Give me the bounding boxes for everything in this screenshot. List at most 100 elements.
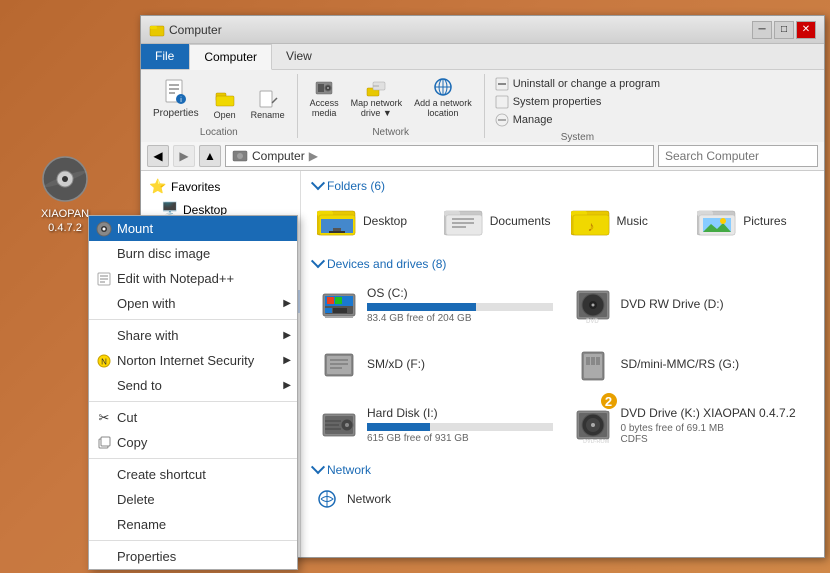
window-controls: ─ □ ✕ bbox=[752, 21, 816, 39]
folder-desktop-label: Desktop bbox=[363, 214, 407, 228]
address-path[interactable]: Computer ▶ bbox=[225, 145, 654, 167]
ctx-norton[interactable]: N Norton Internet Security ▶ bbox=[89, 348, 297, 373]
ctx-sep-1 bbox=[89, 319, 297, 320]
explorer-icon bbox=[149, 22, 165, 38]
uninstall-link[interactable]: Uninstall or change a program bbox=[493, 76, 662, 92]
ctx-open-with[interactable]: Open with ▶ bbox=[89, 291, 297, 316]
nav-favorites[interactable]: ⭐ Favorites bbox=[141, 175, 300, 198]
drive-i-icon bbox=[319, 405, 359, 445]
drive-i-size: 615 GB free of 931 GB bbox=[367, 433, 553, 444]
drive-i-bar-fill bbox=[367, 423, 430, 431]
tab-computer[interactable]: Computer bbox=[189, 44, 272, 70]
title-bar: Computer ─ □ ✕ bbox=[141, 16, 824, 44]
drive-sd-g[interactable]: SD/mini-MMC/RS (G:) bbox=[567, 339, 813, 391]
ribbon-content: i Properties Open bbox=[141, 70, 824, 142]
folder-pictures-label: Pictures bbox=[743, 214, 786, 228]
ribbon-btn-access-media[interactable]: Accessmedia bbox=[306, 74, 343, 120]
manage-link[interactable]: Manage bbox=[493, 112, 662, 128]
title-bar-left: Computer bbox=[149, 22, 222, 38]
rename-label: Rename bbox=[251, 110, 285, 120]
access-media-label: Accessmedia bbox=[310, 98, 339, 118]
ctx-properties[interactable]: Properties bbox=[89, 544, 297, 569]
drive-k-size: 0 bytes free of 69.1 MB bbox=[621, 423, 807, 434]
close-button[interactable]: ✕ bbox=[796, 21, 816, 39]
ribbon-btn-add-network[interactable]: Add a networklocation bbox=[410, 74, 476, 120]
svg-text:♪: ♪ bbox=[587, 218, 594, 234]
folder-documents[interactable]: Documents bbox=[440, 201, 559, 241]
tab-file[interactable]: File bbox=[141, 44, 189, 69]
notepadpp-icon bbox=[95, 270, 113, 288]
svg-text:DVD: DVD bbox=[586, 319, 599, 324]
ribbon-tabs: File Computer View bbox=[141, 44, 824, 70]
network-item[interactable]: Network bbox=[313, 485, 812, 513]
window-title: Computer bbox=[169, 23, 222, 37]
map-drive-icon bbox=[365, 76, 387, 98]
ctx-sep-2 bbox=[89, 401, 297, 402]
drive-k-info: DVD Drive (K:) XIAOPAN 0.4.7.2 0 bytes f… bbox=[621, 406, 807, 445]
access-media-icon bbox=[313, 76, 335, 98]
right-content: Folders (6) Desktop bbox=[301, 171, 824, 557]
folder-desktop[interactable]: Desktop bbox=[313, 201, 432, 241]
drive-g-name: SD/mini-MMC/RS (G:) bbox=[621, 357, 807, 371]
cut-icon: ✂ bbox=[95, 409, 113, 427]
forward-button[interactable]: ▶ bbox=[173, 145, 195, 167]
ribbon-btn-properties[interactable]: i Properties bbox=[149, 74, 203, 122]
ribbon-location-buttons: i Properties Open bbox=[149, 74, 289, 122]
ctx-burn-disc[interactable]: Burn disc image bbox=[89, 241, 297, 266]
drive-c-info: OS (C:) 83.4 GB free of 204 GB bbox=[367, 286, 553, 324]
system-properties-link[interactable]: System properties bbox=[493, 94, 662, 110]
folders-grid: Desktop Documents bbox=[313, 201, 812, 241]
drive-i-info: Hard Disk (I:) 615 GB free of 931 GB bbox=[367, 406, 553, 444]
folder-music[interactable]: ♪ Music bbox=[567, 201, 686, 241]
up-button[interactable]: ▲ bbox=[199, 145, 221, 167]
drive-c-name: OS (C:) bbox=[367, 286, 553, 300]
drive-i-bar-bg bbox=[367, 423, 553, 431]
svg-text:N: N bbox=[101, 357, 107, 366]
drive-k-subtitle: CDFS bbox=[621, 434, 807, 445]
folder-documents-label: Documents bbox=[490, 214, 551, 228]
properties-icon: i bbox=[160, 76, 192, 108]
drive-dvd-d[interactable]: DVD DVD RW Drive (D:) bbox=[567, 279, 813, 331]
drive-hdd-i[interactable]: Hard Disk (I:) 615 GB free of 931 GB bbox=[313, 399, 559, 451]
drive-os-c[interactable]: OS (C:) 83.4 GB free of 204 GB bbox=[313, 279, 559, 331]
ribbon-group-location: i Properties Open bbox=[149, 74, 298, 138]
mount-icon bbox=[95, 220, 113, 238]
ribbon-btn-rename[interactable]: Rename bbox=[247, 86, 289, 122]
drive-c-bar-bg bbox=[367, 303, 553, 311]
ribbon-group-system: Uninstall or change a program System pro… bbox=[493, 74, 670, 138]
favorites-icon: ⭐ bbox=[149, 178, 167, 195]
ctx-edit-notepad[interactable]: Edit with Notepad++ bbox=[89, 266, 297, 291]
ribbon-network-buttons: Accessmedia Map networkdrive ▼ bbox=[306, 74, 476, 120]
add-network-label: Add a networklocation bbox=[414, 98, 472, 118]
ctx-delete[interactable]: Delete bbox=[89, 487, 297, 512]
minimize-button[interactable]: ─ bbox=[752, 21, 772, 39]
ctx-sep-3 bbox=[89, 458, 297, 459]
desktop: XIAOPAN 0.4.7.2 Computer ─ □ ✕ File Comp… bbox=[0, 0, 830, 573]
back-button[interactable]: ◀ bbox=[147, 145, 169, 167]
ribbon-btn-open[interactable]: Open bbox=[207, 86, 243, 122]
drive-f-info: SM/xD (F:) bbox=[367, 357, 553, 374]
ctx-cut[interactable]: ✂ Cut bbox=[89, 405, 297, 430]
ctx-copy[interactable]: Copy bbox=[89, 430, 297, 455]
drive-d-info: DVD RW Drive (D:) bbox=[621, 297, 807, 314]
tab-view[interactable]: View bbox=[272, 44, 327, 69]
ribbon-btn-map-drive[interactable]: Map networkdrive ▼ bbox=[347, 74, 407, 120]
folder-pictures[interactable]: Pictures bbox=[693, 201, 812, 241]
drive-f-icon bbox=[319, 345, 359, 385]
ctx-share-with[interactable]: Share with ▶ bbox=[89, 323, 297, 348]
drive-c-icon bbox=[319, 285, 359, 325]
drive-i-name: Hard Disk (I:) bbox=[367, 406, 553, 420]
maximize-button[interactable]: □ bbox=[774, 21, 794, 39]
drive-sm-f[interactable]: SM/xD (F:) bbox=[313, 339, 559, 391]
ctx-mount[interactable]: Mount bbox=[89, 216, 297, 241]
open-icon bbox=[214, 88, 236, 110]
ctx-rename[interactable]: Rename bbox=[89, 512, 297, 537]
context-menu: Mount Burn disc image Edit with Notepad+… bbox=[88, 215, 298, 570]
ctx-sep-4 bbox=[89, 540, 297, 541]
ctx-send-to[interactable]: Send to ▶ bbox=[89, 373, 297, 398]
share-with-arrow: ▶ bbox=[283, 330, 291, 341]
search-input[interactable] bbox=[658, 145, 818, 167]
send-to-arrow: ▶ bbox=[283, 380, 291, 391]
drive-dvd-k[interactable]: DVD-ROM DVD Drive (K:) XIAOPAN 0.4.7.2 0… bbox=[567, 399, 813, 451]
ctx-create-shortcut[interactable]: Create shortcut bbox=[89, 462, 297, 487]
